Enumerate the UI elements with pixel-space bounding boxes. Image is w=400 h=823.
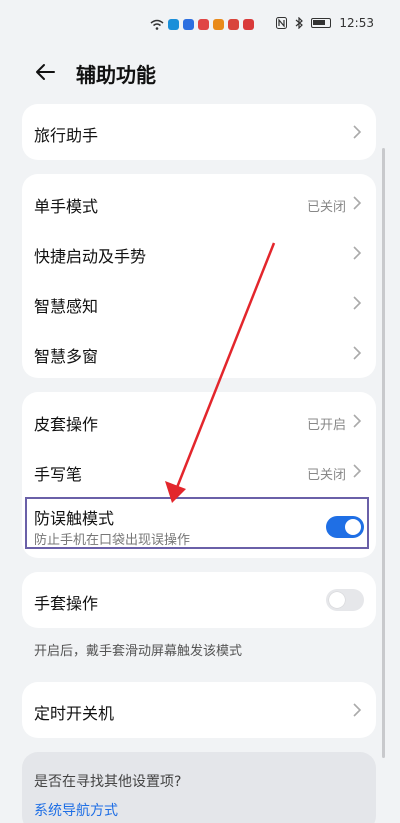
app-notification-icon (243, 19, 254, 30)
chevron-right-icon (353, 125, 362, 139)
chevron-right-icon (353, 464, 362, 478)
suggestion-question: 是否在寻找其他设置项? (34, 774, 182, 790)
page-title: 辅助功能 (76, 63, 156, 87)
settings-card-modes: 单手模式 已关闭 快捷启动及手势 智慧感知 智慧多窗 (22, 174, 376, 378)
row-label: 单手模式 (34, 197, 99, 216)
row-label: 快捷启动及手势 (34, 247, 147, 266)
status-bar: 12:53 (0, 0, 400, 40)
app-notification-icon (213, 19, 224, 30)
list-item-smart-sense[interactable]: 智慧感知 (22, 278, 376, 328)
row-label: 定时开关机 (34, 704, 115, 723)
annotation-highlight-box (25, 497, 369, 549)
battery-icon (311, 18, 332, 28)
wifi-icon (150, 19, 164, 30)
app-notification-icon (183, 19, 194, 30)
list-item-stylus[interactable]: 手写笔 已关闭 (22, 446, 376, 496)
list-item-multi-window[interactable]: 智慧多窗 (22, 328, 376, 378)
notification-icons (150, 19, 254, 30)
list-item-quick-launch[interactable]: 快捷启动及手势 (22, 228, 376, 278)
chevron-right-icon (353, 196, 362, 210)
row-status: 已开启 (306, 418, 346, 433)
list-item-glove-operation: 手套操作 (22, 572, 376, 628)
row-status: 已关闭 (306, 468, 346, 483)
chevron-right-icon (353, 296, 362, 310)
glove-toggle-switch[interactable] (326, 589, 364, 611)
app-notification-icon (168, 19, 179, 30)
settings-card-schedule: 定时开关机 (22, 682, 376, 738)
scrollbar[interactable] (382, 148, 385, 758)
nfc-icon (276, 17, 288, 29)
system-navigation-link[interactable]: 系统导航方式 (34, 800, 118, 820)
header: 辅助功能 (0, 52, 400, 92)
row-label: 手写笔 (34, 465, 83, 484)
settings-card-glove: 手套操作 (22, 572, 376, 628)
toggle-knob (329, 592, 345, 608)
chevron-right-icon (353, 703, 362, 717)
chevron-right-icon (353, 414, 362, 428)
row-label: 智慧感知 (34, 297, 99, 316)
list-item-scheduled-power[interactable]: 定时开关机 (22, 682, 376, 738)
row-status: 已关闭 (306, 200, 346, 215)
row-label: 皮套操作 (34, 415, 99, 434)
list-item-cover-operation[interactable]: 皮套操作 已开启 (22, 396, 376, 446)
app-notification-icon (198, 19, 209, 30)
row-label: 旅行助手 (34, 126, 99, 145)
chevron-right-icon (353, 246, 362, 260)
settings-card-travel: 旅行助手 (22, 104, 376, 160)
glove-note: 开启后，戴手套滑动屏幕触发该模式 (34, 644, 243, 659)
list-item-one-hand-mode[interactable]: 单手模式 已关闭 (22, 178, 376, 228)
system-status: 12:53 (276, 16, 374, 30)
chevron-right-icon (353, 346, 362, 360)
bluetooth-icon (296, 17, 304, 29)
list-item-travel-assistant[interactable]: 旅行助手 (22, 104, 376, 160)
back-arrow-icon[interactable] (33, 60, 57, 84)
app-notification-icon (228, 19, 239, 30)
row-label: 智慧多窗 (34, 347, 99, 366)
row-label: 手套操作 (34, 594, 99, 613)
clock: 12:53 (339, 16, 374, 30)
